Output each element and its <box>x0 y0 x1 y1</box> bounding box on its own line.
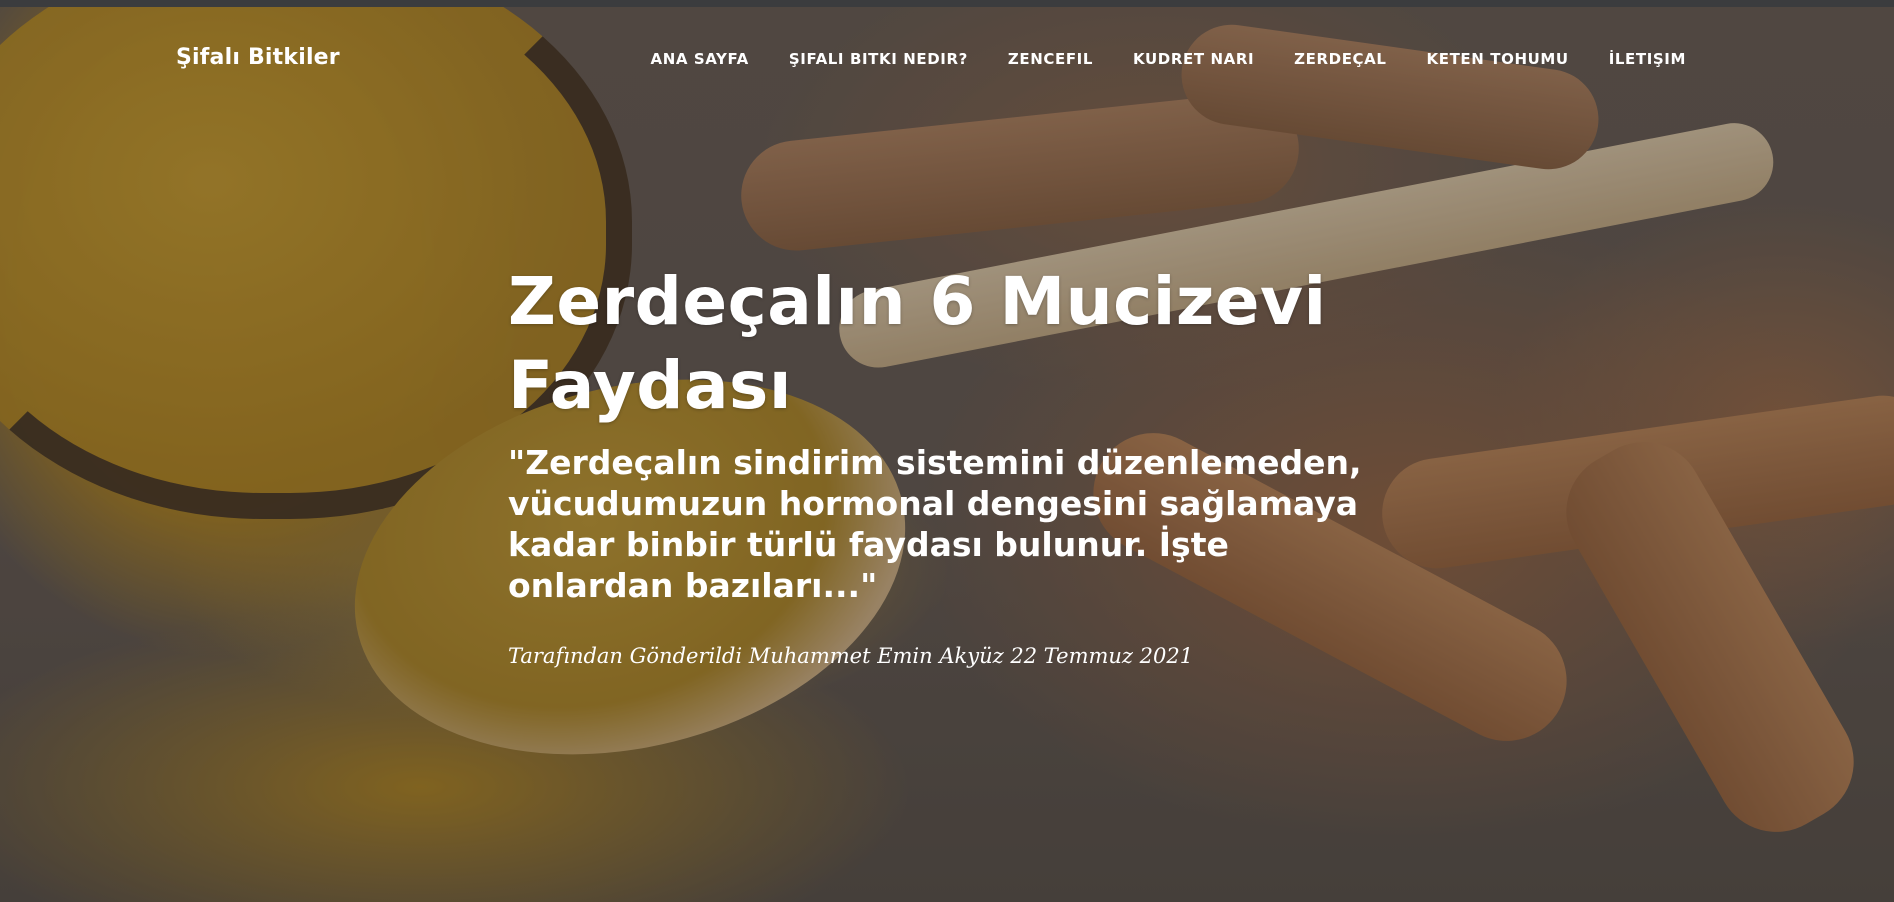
nav-link-zencefil[interactable]: ZENCEFIL <box>1008 50 1093 68</box>
main-navigation: Şifalı Bitkiler ANA SAYFA ŞIFALI BITKI N… <box>0 7 1894 107</box>
page: Şifalı Bitkiler ANA SAYFA ŞIFALI BITKI N… <box>0 0 1894 902</box>
nav-link-sifali-bitki-nedir[interactable]: ŞIFALI BITKI NEDIR? <box>789 50 968 68</box>
nav-item: ANA SAYFA <box>650 49 748 68</box>
nav-link-iletisim[interactable]: İLETIŞIM <box>1609 50 1686 68</box>
nav-item: ŞIFALI BITKI NEDIR? <box>789 49 968 68</box>
nav-item: İLETIŞIM <box>1609 49 1686 68</box>
nav-link-ana-sayfa[interactable]: ANA SAYFA <box>650 50 748 68</box>
nav-item: KUDRET NARI <box>1133 49 1254 68</box>
nav-item: KETEN TOHUMU <box>1427 49 1569 68</box>
nav-menu: ANA SAYFA ŞIFALI BITKI NEDIR? ZENCEFIL K… <box>610 49 1686 68</box>
nav-link-zerdecal[interactable]: ZERDEÇAL <box>1294 50 1386 68</box>
post-subtitle: "Zerdeçalın sindirim sistemini düzenleme… <box>508 443 1362 605</box>
brand-link[interactable]: Şifalı Bitkiler <box>176 45 340 70</box>
browser-top-border <box>0 0 1894 7</box>
nav-link-keten-tohumu[interactable]: KETEN TOHUMU <box>1427 50 1569 68</box>
nav-link-kudret-nari[interactable]: KUDRET NARI <box>1133 50 1254 68</box>
nav-item: ZERDEÇAL <box>1294 49 1386 68</box>
nav-item: ZENCEFIL <box>1008 49 1093 68</box>
post-heading: Zerdeçalın 6 Mucizevi Faydası "Zerdeçalı… <box>508 260 1368 668</box>
post-title: Zerdeçalın 6 Mucizevi Faydası <box>508 263 1327 424</box>
post-meta: Tarafından Gönderildi Muhammet Emin Akyü… <box>508 644 1194 668</box>
